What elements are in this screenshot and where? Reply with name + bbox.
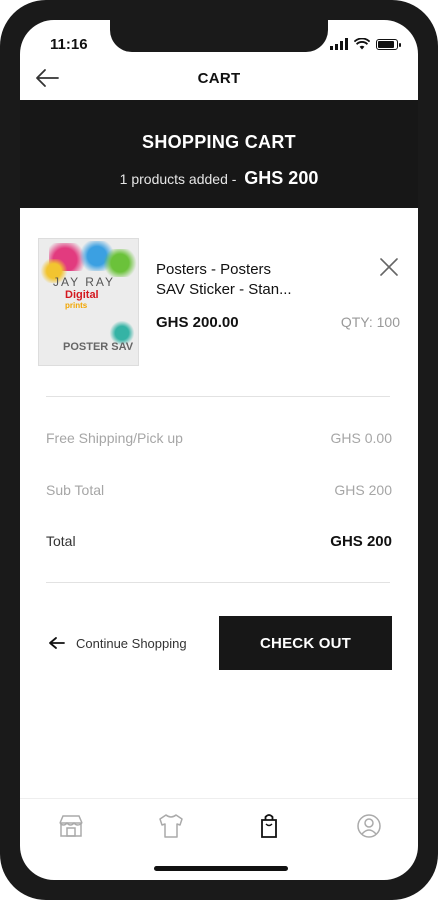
total-value: GHS 200	[330, 533, 392, 550]
bag-icon[interactable]	[254, 811, 284, 841]
subtotal-value: GHS 200	[334, 482, 392, 498]
status-icons	[330, 38, 401, 50]
total-row: Total GHS 200	[46, 533, 392, 553]
nav-bar: CART	[20, 56, 418, 100]
product-name[interactable]: Posters - Posters SAV Sticker - Stan...	[156, 260, 326, 300]
continue-shopping-link[interactable]: Continue Shopping	[48, 632, 187, 654]
product-name-line1: Posters - Posters	[156, 261, 272, 278]
thumb-line1: Digital	[65, 289, 99, 301]
continue-shopping-label: Continue Shopping	[76, 635, 187, 651]
shipping-value: GHS 0.00	[330, 430, 392, 446]
checkout-button[interactable]: CHECK OUT	[219, 616, 392, 670]
remove-item-icon[interactable]	[378, 256, 400, 278]
battery-icon	[376, 38, 401, 50]
app-screen: 11:16 CART SHOPPING CART 1 products adde…	[20, 20, 418, 880]
device-notch	[110, 20, 328, 52]
shipping-label: Free Shipping/Pick up	[46, 430, 183, 446]
device-frame: 11:16 CART SHOPPING CART 1 products adde…	[0, 0, 438, 900]
cart-header-summary: 1 products added - GHS 200	[20, 168, 418, 189]
shirt-icon[interactable]	[156, 811, 186, 841]
product-price: GHS 200.00	[156, 314, 239, 331]
divider	[46, 396, 390, 397]
thumb-label: POSTER SAV	[63, 341, 134, 353]
wifi-icon	[354, 38, 370, 50]
arrow-left-icon	[49, 637, 65, 649]
product-name-line2: SAV Sticker - Stan...	[156, 281, 292, 298]
store-icon[interactable]	[56, 811, 86, 841]
cart-item: JAY RAY Digital prints POSTER SAV Poster…	[38, 238, 400, 368]
home-indicator	[154, 866, 288, 871]
product-quantity: QTY: 100	[340, 314, 400, 330]
cart-total-amount: GHS 200	[244, 168, 319, 188]
thumb-brand: JAY RAY	[53, 275, 116, 289]
cart-header: SHOPPING CART 1 products added - GHS 200	[20, 100, 418, 208]
thumb-line2: prints	[65, 301, 88, 310]
profile-icon[interactable]	[354, 811, 384, 841]
page-title: CART	[197, 70, 241, 87]
paint-splash	[101, 249, 138, 277]
status-time: 11:16	[50, 36, 88, 53]
subtotal-row: Sub Total GHS 200	[46, 482, 392, 502]
product-thumbnail[interactable]: JAY RAY Digital prints POSTER SAV	[38, 238, 139, 366]
signal-icon	[330, 38, 348, 50]
cart-header-title: SHOPPING CART	[142, 132, 296, 152]
shipping-row: Free Shipping/Pick up GHS 0.00	[46, 430, 392, 450]
divider	[46, 582, 390, 583]
total-label: Total	[46, 533, 76, 549]
subtotal-label: Sub Total	[46, 482, 105, 498]
bottom-tab-bar	[20, 798, 418, 856]
items-added-text: 1 products added -	[119, 171, 237, 187]
